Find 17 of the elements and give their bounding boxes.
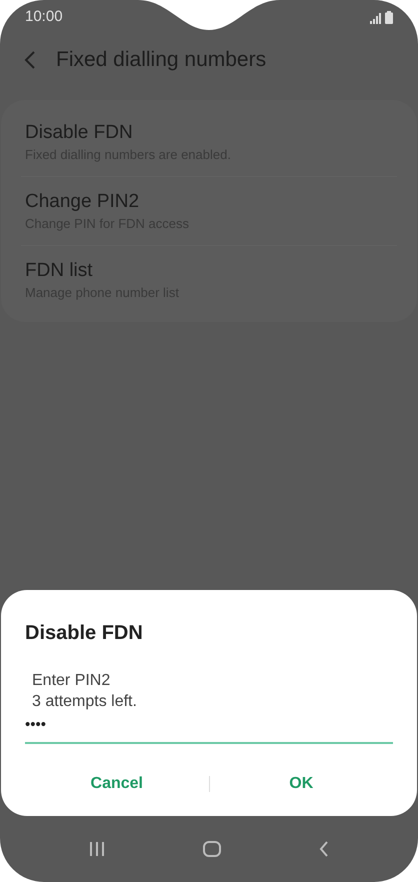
dialog-message: 3 attempts left. bbox=[32, 692, 138, 712]
pin-field[interactable]: •••• bbox=[25, 714, 393, 744]
item-title: Change PIN2 bbox=[25, 190, 140, 214]
dialog-message: Enter PIN2 bbox=[32, 670, 112, 690]
battery-icon bbox=[385, 10, 393, 24]
back-icon[interactable] bbox=[319, 841, 329, 857]
signal-icon bbox=[370, 12, 382, 24]
status-time: 10:00 bbox=[25, 6, 63, 27]
home-icon[interactable] bbox=[203, 841, 221, 857]
dialog-button[interactable]: Cancel bbox=[25, 768, 208, 800]
dialog-button[interactable]: OK bbox=[210, 768, 393, 800]
recent-apps-icon[interactable] bbox=[89, 842, 105, 856]
back-icon[interactable] bbox=[24, 51, 36, 69]
page-title: Fixed dialling numbers bbox=[56, 47, 266, 74]
item-title: FDN list bbox=[25, 259, 94, 283]
dialog-title: Disable FDN bbox=[25, 620, 144, 646]
item-title: Disable FDN bbox=[25, 121, 134, 145]
